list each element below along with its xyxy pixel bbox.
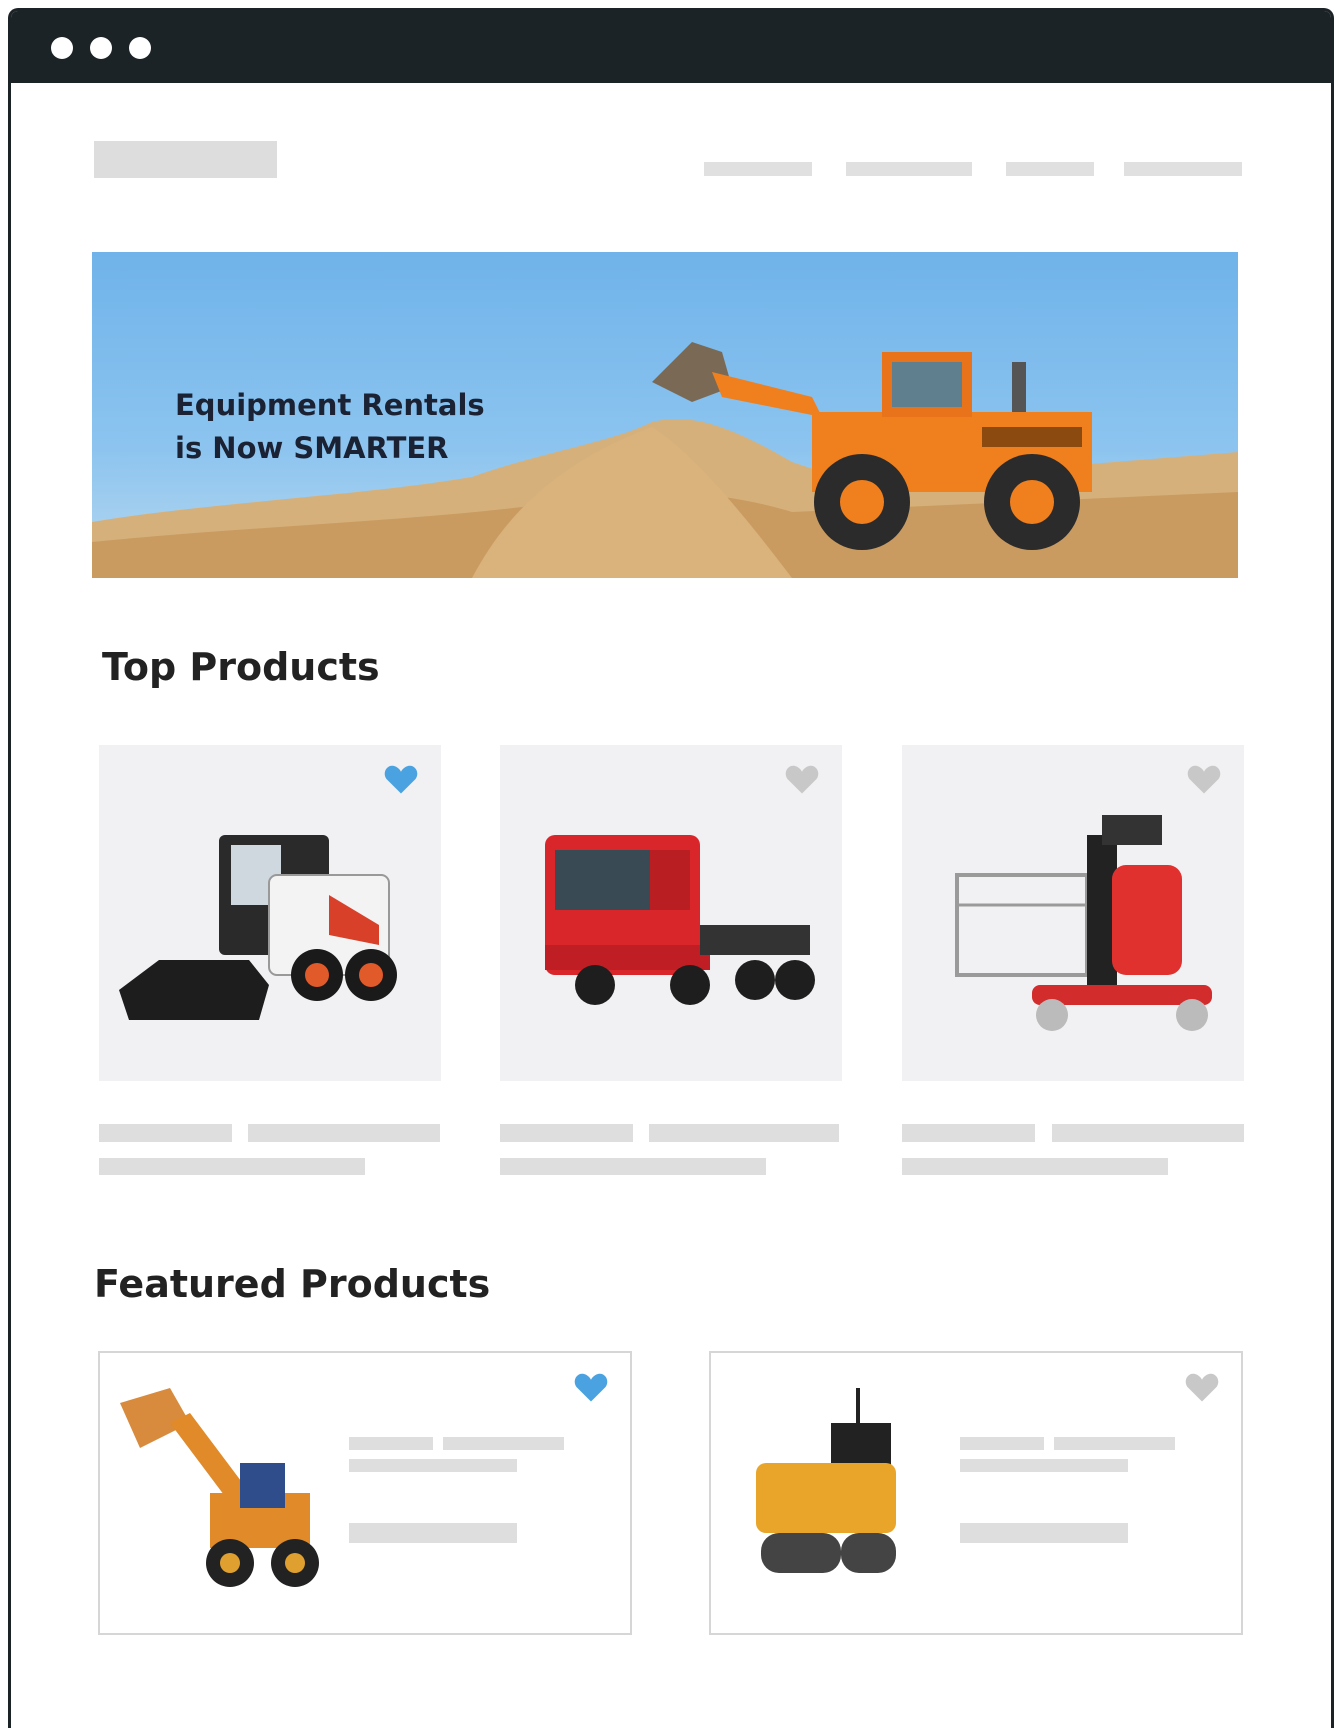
product-price-placeholder [500,1158,766,1175]
nav-link-placeholder[interactable] [846,162,972,176]
product-name-placeholder [1052,1124,1244,1142]
maximize-dot[interactable] [129,37,151,59]
product-name-placeholder [649,1124,839,1142]
product-price-placeholder [99,1158,365,1175]
nav-link-placeholder[interactable] [704,162,812,176]
featured-product-card[interactable] [709,1351,1243,1635]
product-name-placeholder [960,1437,1044,1450]
featured-product-card[interactable] [98,1351,632,1635]
product-name-placeholder [902,1124,1035,1142]
favorite-heart-icon[interactable] [1184,1371,1220,1403]
wheel-loader-icon [120,1388,319,1587]
logo-placeholder[interactable] [94,141,277,178]
road-roller-icon [756,1388,896,1573]
product-card[interactable] [99,745,441,1081]
product-price-placeholder [902,1158,1168,1175]
window-titlebar [11,11,1331,83]
product-name-placeholder [1054,1437,1175,1450]
hero-banner[interactable]: Equipment Rentals is Now SMARTER [92,252,1238,578]
nav-link-placeholder[interactable] [1006,162,1094,176]
favorite-heart-icon[interactable] [573,1371,609,1403]
product-detail-placeholder [960,1459,1128,1472]
hero-title-line1: Equipment Rentals [175,388,485,422]
product-name-placeholder [248,1124,440,1142]
close-dot[interactable] [51,37,73,59]
hero-headline: Equipment Rentals is Now SMARTER [175,384,485,470]
product-card[interactable] [500,745,842,1081]
product-price-placeholder [349,1523,517,1543]
product-price-placeholder [960,1523,1128,1543]
nav-link-placeholder[interactable] [1124,162,1242,176]
semi-truck-tractor-icon [545,835,815,1005]
top-products-title: Top Products [102,645,380,689]
vertical-mast-lift-icon [955,815,1212,1031]
product-name-placeholder [349,1437,433,1450]
product-name-placeholder [99,1124,232,1142]
featured-products-title: Featured Products [94,1262,491,1306]
skid-steer-loader-icon [119,835,397,1020]
minimize-dot[interactable] [90,37,112,59]
hero-title-line2: is Now SMARTER [175,431,449,465]
product-card[interactable] [902,745,1244,1081]
product-name-placeholder [443,1437,564,1450]
product-name-placeholder [500,1124,633,1142]
product-detail-placeholder [349,1459,517,1472]
